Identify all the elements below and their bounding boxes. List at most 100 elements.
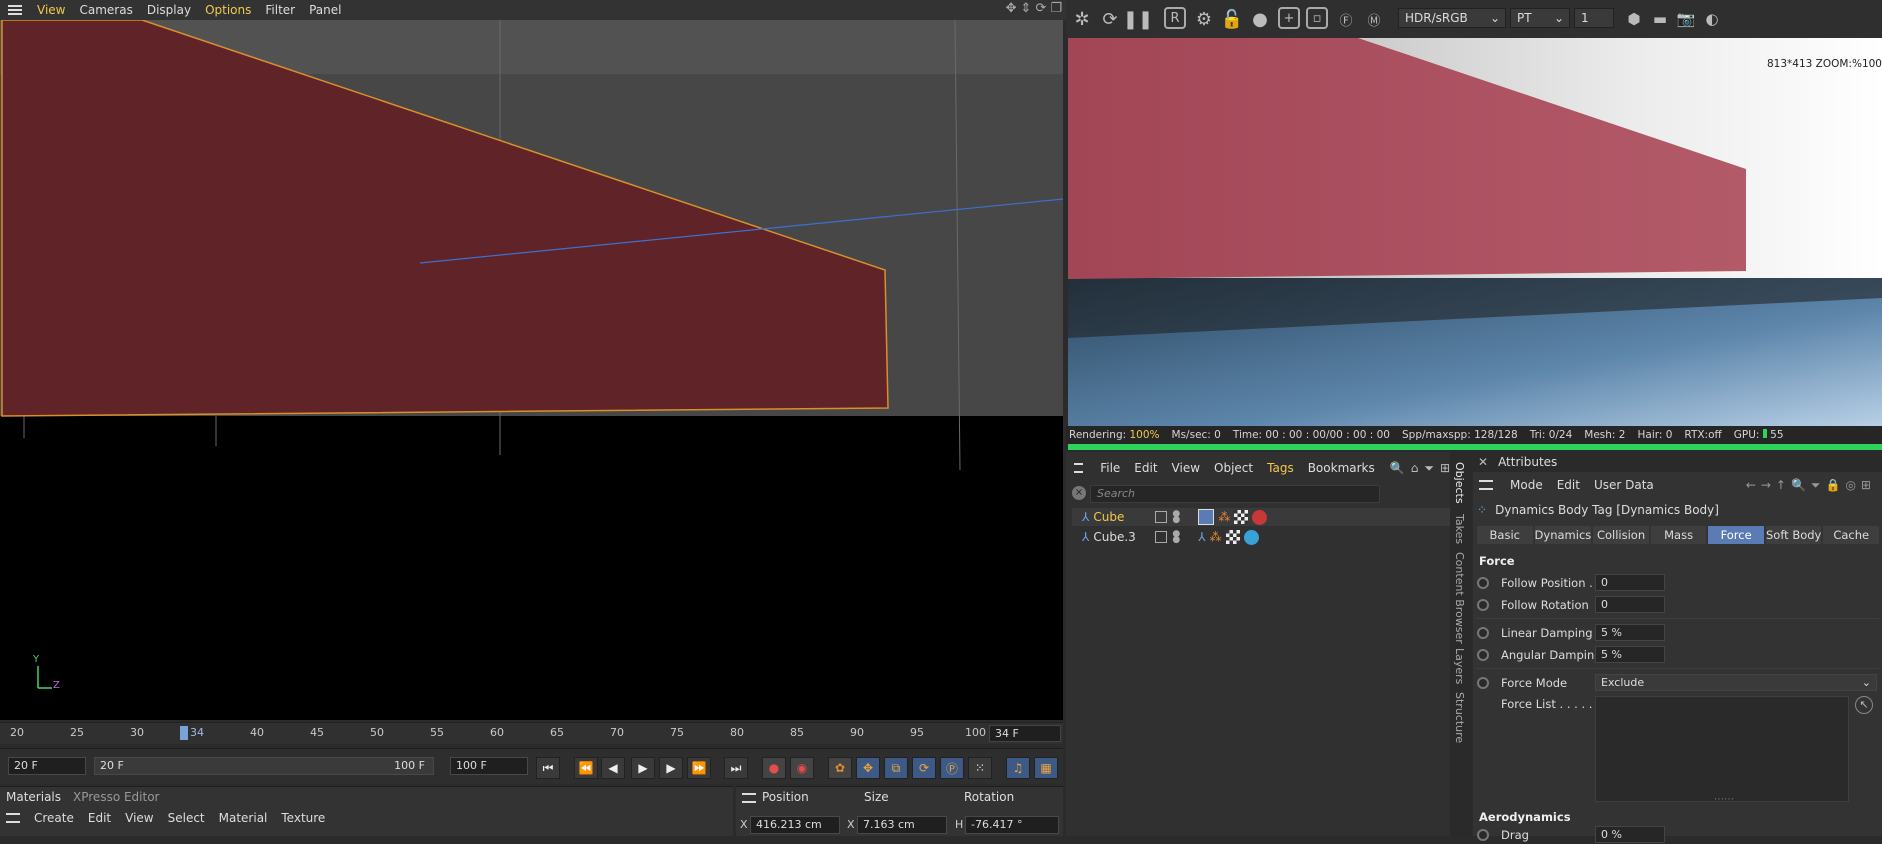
sound-icon[interactable]: ♫	[1006, 757, 1030, 779]
object-name[interactable]: Cube	[1093, 510, 1151, 524]
resize-handle-icon[interactable]: ⋯⋯	[1714, 794, 1734, 805]
render-visibility-icon[interactable]: ● ●	[1172, 510, 1180, 525]
attributes-nav-icons[interactable]: ←→↑🔍⏷🔒◎⊞	[1746, 478, 1876, 493]
tab-mass[interactable]: Mass	[1650, 526, 1707, 544]
tab-structure[interactable]: Structure	[1453, 692, 1466, 743]
follow-position-field[interactable]: 0	[1595, 574, 1665, 591]
rotate-view-icon[interactable]: ⟳	[1035, 1, 1046, 16]
keyframe-selection-icon[interactable]: ✿	[828, 757, 852, 779]
size-x-field[interactable]: 7.163 cm	[857, 816, 947, 834]
key-rotation-icon[interactable]: ⟳	[912, 757, 936, 779]
rotation-h-field[interactable]: -76.417 °	[965, 816, 1059, 834]
timeline-playhead[interactable]	[180, 726, 188, 740]
texture-tag-icon[interactable]	[1234, 510, 1249, 524]
menu-bookmarks[interactable]: Bookmarks	[1301, 461, 1382, 475]
animate-radio-icon[interactable]	[1477, 599, 1489, 611]
clay-mode-icon[interactable]: ▬	[1648, 7, 1672, 31]
filter-icon[interactable]: ⏷	[1424, 461, 1434, 476]
menu-material[interactable]: Material	[219, 811, 268, 825]
render-visibility-icon[interactable]: ● ●	[1172, 530, 1180, 545]
menu-panel[interactable]: Panel	[302, 3, 348, 17]
key-scale-icon[interactable]: ⧉	[884, 757, 908, 779]
timeline-film-icon[interactable]: ▦	[1034, 757, 1058, 779]
maximize-view-icon[interactable]: ❐	[1050, 1, 1062, 16]
menu-select[interactable]: Select	[168, 811, 205, 825]
timeline-ruler[interactable]: 20 25 30 34 40 45 50 55 60 65 70 75 80 8…	[0, 722, 1063, 744]
animate-radio-icon[interactable]	[1477, 677, 1489, 689]
menu-display[interactable]: Display	[140, 3, 198, 17]
lock-icon[interactable]: 🔓	[1220, 7, 1244, 31]
kernel-select[interactable]: PT ⌄	[1510, 8, 1570, 28]
animate-radio-icon[interactable]	[1477, 829, 1489, 841]
tab-xpresso-editor[interactable]: XPresso Editor	[73, 790, 159, 804]
key-pla-icon[interactable]: ⁙	[968, 757, 992, 779]
linear-damping-field[interactable]: 5 %	[1595, 624, 1665, 641]
move-view-icon[interactable]: ✥	[1006, 1, 1017, 16]
hamburger-icon[interactable]	[1479, 480, 1493, 490]
hamburger-icon[interactable]	[8, 5, 22, 15]
octane-tag-icon[interactable]: ⁂	[1210, 530, 1222, 544]
menu-tags[interactable]: Tags	[1260, 461, 1301, 475]
tab-materials[interactable]: Materials	[6, 790, 61, 804]
object-name[interactable]: Cube.3	[1093, 530, 1151, 544]
position-x-field[interactable]: 416.213 cm	[750, 816, 840, 834]
menu-mode[interactable]: Mode	[1503, 478, 1550, 492]
restart-render-icon[interactable]: ⟳	[1098, 7, 1122, 31]
edit-visibility-icon[interactable]	[1155, 511, 1168, 523]
tab-soft-body[interactable]: Soft Body	[1765, 526, 1822, 544]
pause-icon[interactable]: ❚❚	[1123, 7, 1153, 31]
render-view[interactable]: 813*413 ZOOM:%100	[1068, 38, 1882, 426]
prev-key-button[interactable]: ⏪	[574, 757, 598, 779]
drag-field[interactable]: 0 %	[1595, 826, 1665, 843]
clear-search-icon[interactable]: ×	[1072, 486, 1086, 500]
menu-view[interactable]: View	[125, 811, 153, 825]
tab-collision[interactable]: Collision	[1593, 526, 1649, 544]
material-picker-icon[interactable]: Ⓜ	[1362, 7, 1386, 31]
edit-visibility-icon[interactable]	[1155, 531, 1168, 543]
spin-field[interactable]: 1	[1574, 8, 1614, 28]
film-region-icon[interactable]: ▫	[1306, 7, 1328, 29]
key-param-icon[interactable]: Ⓟ	[940, 757, 964, 779]
gear-icon[interactable]: ⚙	[1192, 7, 1216, 31]
menu-user-data[interactable]: User Data	[1587, 478, 1661, 492]
viewport-3d[interactable]: Y Z	[0, 20, 1063, 720]
key-position-icon[interactable]: ✥	[856, 757, 880, 779]
goto-start-button[interactable]: ⏮	[536, 757, 560, 779]
hamburger-icon[interactable]	[1074, 463, 1084, 473]
animate-radio-icon[interactable]	[1477, 577, 1489, 589]
frame-range-slider[interactable]: 20 F 100 F	[94, 757, 434, 775]
home-icon[interactable]: ⌂	[1411, 461, 1419, 475]
pick-object-icon[interactable]: ↖	[1855, 696, 1873, 714]
dolly-view-icon[interactable]: ⇕	[1021, 1, 1032, 16]
focus-picker-icon[interactable]: Ⓕ	[1334, 7, 1358, 31]
prev-frame-button[interactable]: ◀	[601, 757, 625, 779]
octane-tag-icon[interactable]: ⁂	[1218, 510, 1230, 524]
menu-texture[interactable]: Texture	[281, 811, 325, 825]
menu-edit[interactable]: Edit	[88, 811, 111, 825]
menu-file[interactable]: File	[1093, 461, 1127, 475]
menu-filter[interactable]: Filter	[258, 3, 302, 17]
hamburger-icon[interactable]	[6, 813, 20, 823]
record-dot-icon[interactable]: ⬢	[1622, 7, 1646, 31]
add-region-icon[interactable]: +	[1278, 7, 1300, 29]
record-button[interactable]: ●	[762, 757, 786, 779]
dynamics-tag-icon[interactable]	[1198, 509, 1215, 525]
camera-icon[interactable]: 📷	[1674, 7, 1698, 31]
menu-view[interactable]: View	[1165, 461, 1207, 475]
menu-view[interactable]: View	[30, 3, 72, 17]
start-frame-field[interactable]: 20 F	[8, 757, 86, 775]
material-ball-icon[interactable]: ●	[1248, 7, 1272, 31]
animate-radio-icon[interactable]	[1477, 649, 1489, 661]
dynamics-tag-icon[interactable]: ⅄	[1198, 530, 1205, 544]
menu-object[interactable]: Object	[1207, 461, 1260, 475]
angular-damping-field[interactable]: 5 %	[1595, 646, 1665, 663]
goto-end-button[interactable]: ⏭	[724, 757, 748, 779]
autokey-button[interactable]: ◉	[790, 757, 814, 779]
force-list-box[interactable]: ⋯⋯	[1595, 696, 1849, 805]
object-row-cube3[interactable]: ⅄ Cube.3 ● ● ⅄ ⁂	[1072, 528, 1450, 546]
menu-edit[interactable]: Edit	[1127, 461, 1164, 475]
play-button[interactable]: ▶	[631, 757, 655, 779]
animate-radio-icon[interactable]	[1477, 627, 1489, 639]
menu-cameras[interactable]: Cameras	[72, 3, 139, 17]
end-frame-field[interactable]: 100 F	[450, 757, 528, 775]
